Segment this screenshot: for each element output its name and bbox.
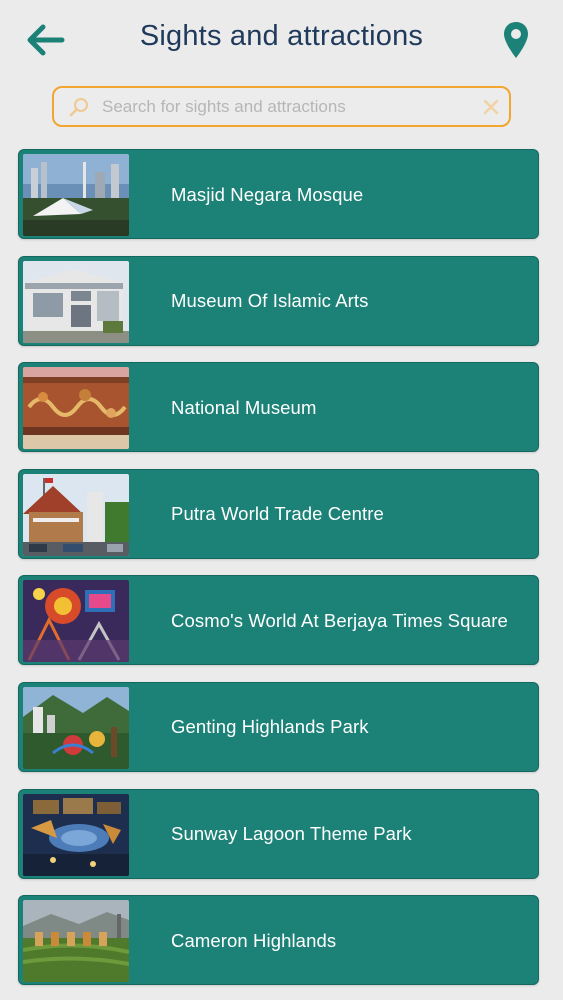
clear-x-icon [483, 99, 499, 115]
lagoon-night-photo [23, 793, 129, 876]
attraction-name: Sunway Lagoon Theme Park [171, 823, 412, 845]
attraction-name: Genting Highlands Park [171, 716, 369, 738]
highland-resort-photo [23, 686, 129, 769]
attraction-name: Cameron Highlands [171, 929, 337, 951]
attraction-name: Museum Of Islamic Arts [171, 290, 369, 312]
museum-building-photo [23, 260, 129, 343]
map-button[interactable] [498, 16, 534, 64]
list-item[interactable]: Masjid Negara Mosque [18, 149, 539, 239]
attraction-name: Cosmo's World At Berjaya Times Square [171, 609, 508, 631]
list-item[interactable]: Cameron Highlands [18, 895, 539, 986]
list-item[interactable]: Putra World Trade Centre [18, 468, 539, 559]
theme-park-ride-photo [23, 580, 129, 663]
tea-plantation-photo [23, 900, 129, 983]
list-item[interactable]: Sunway Lagoon Theme Park [18, 788, 539, 879]
mosque-photo [23, 154, 129, 236]
search-bar [52, 86, 511, 127]
map-pin-icon [504, 22, 528, 58]
list-item[interactable]: National Museum [18, 362, 539, 453]
list-item[interactable]: Museum Of Islamic Arts [18, 255, 539, 346]
attraction-name: Masjid Negara Mosque [171, 183, 364, 205]
attraction-name: Putra World Trade Centre [171, 503, 384, 525]
attraction-name: National Museum [171, 396, 317, 418]
trade-centre-photo [23, 473, 129, 556]
mural-photo [23, 367, 129, 450]
list-item[interactable]: Genting Highlands Park [18, 681, 539, 772]
list-item[interactable]: Cosmo's World At Berjaya Times Square [18, 575, 539, 666]
magnifier-icon [69, 98, 88, 117]
top-bar: Sights and attractions [0, 0, 563, 80]
search-input[interactable] [102, 88, 472, 125]
page-title: Sights and attractions [139, 20, 424, 52]
clear-search-button[interactable] [480, 96, 502, 118]
attractions-list: Masjid Negara Mosque Museum Of Islamic A… [18, 149, 539, 1000]
